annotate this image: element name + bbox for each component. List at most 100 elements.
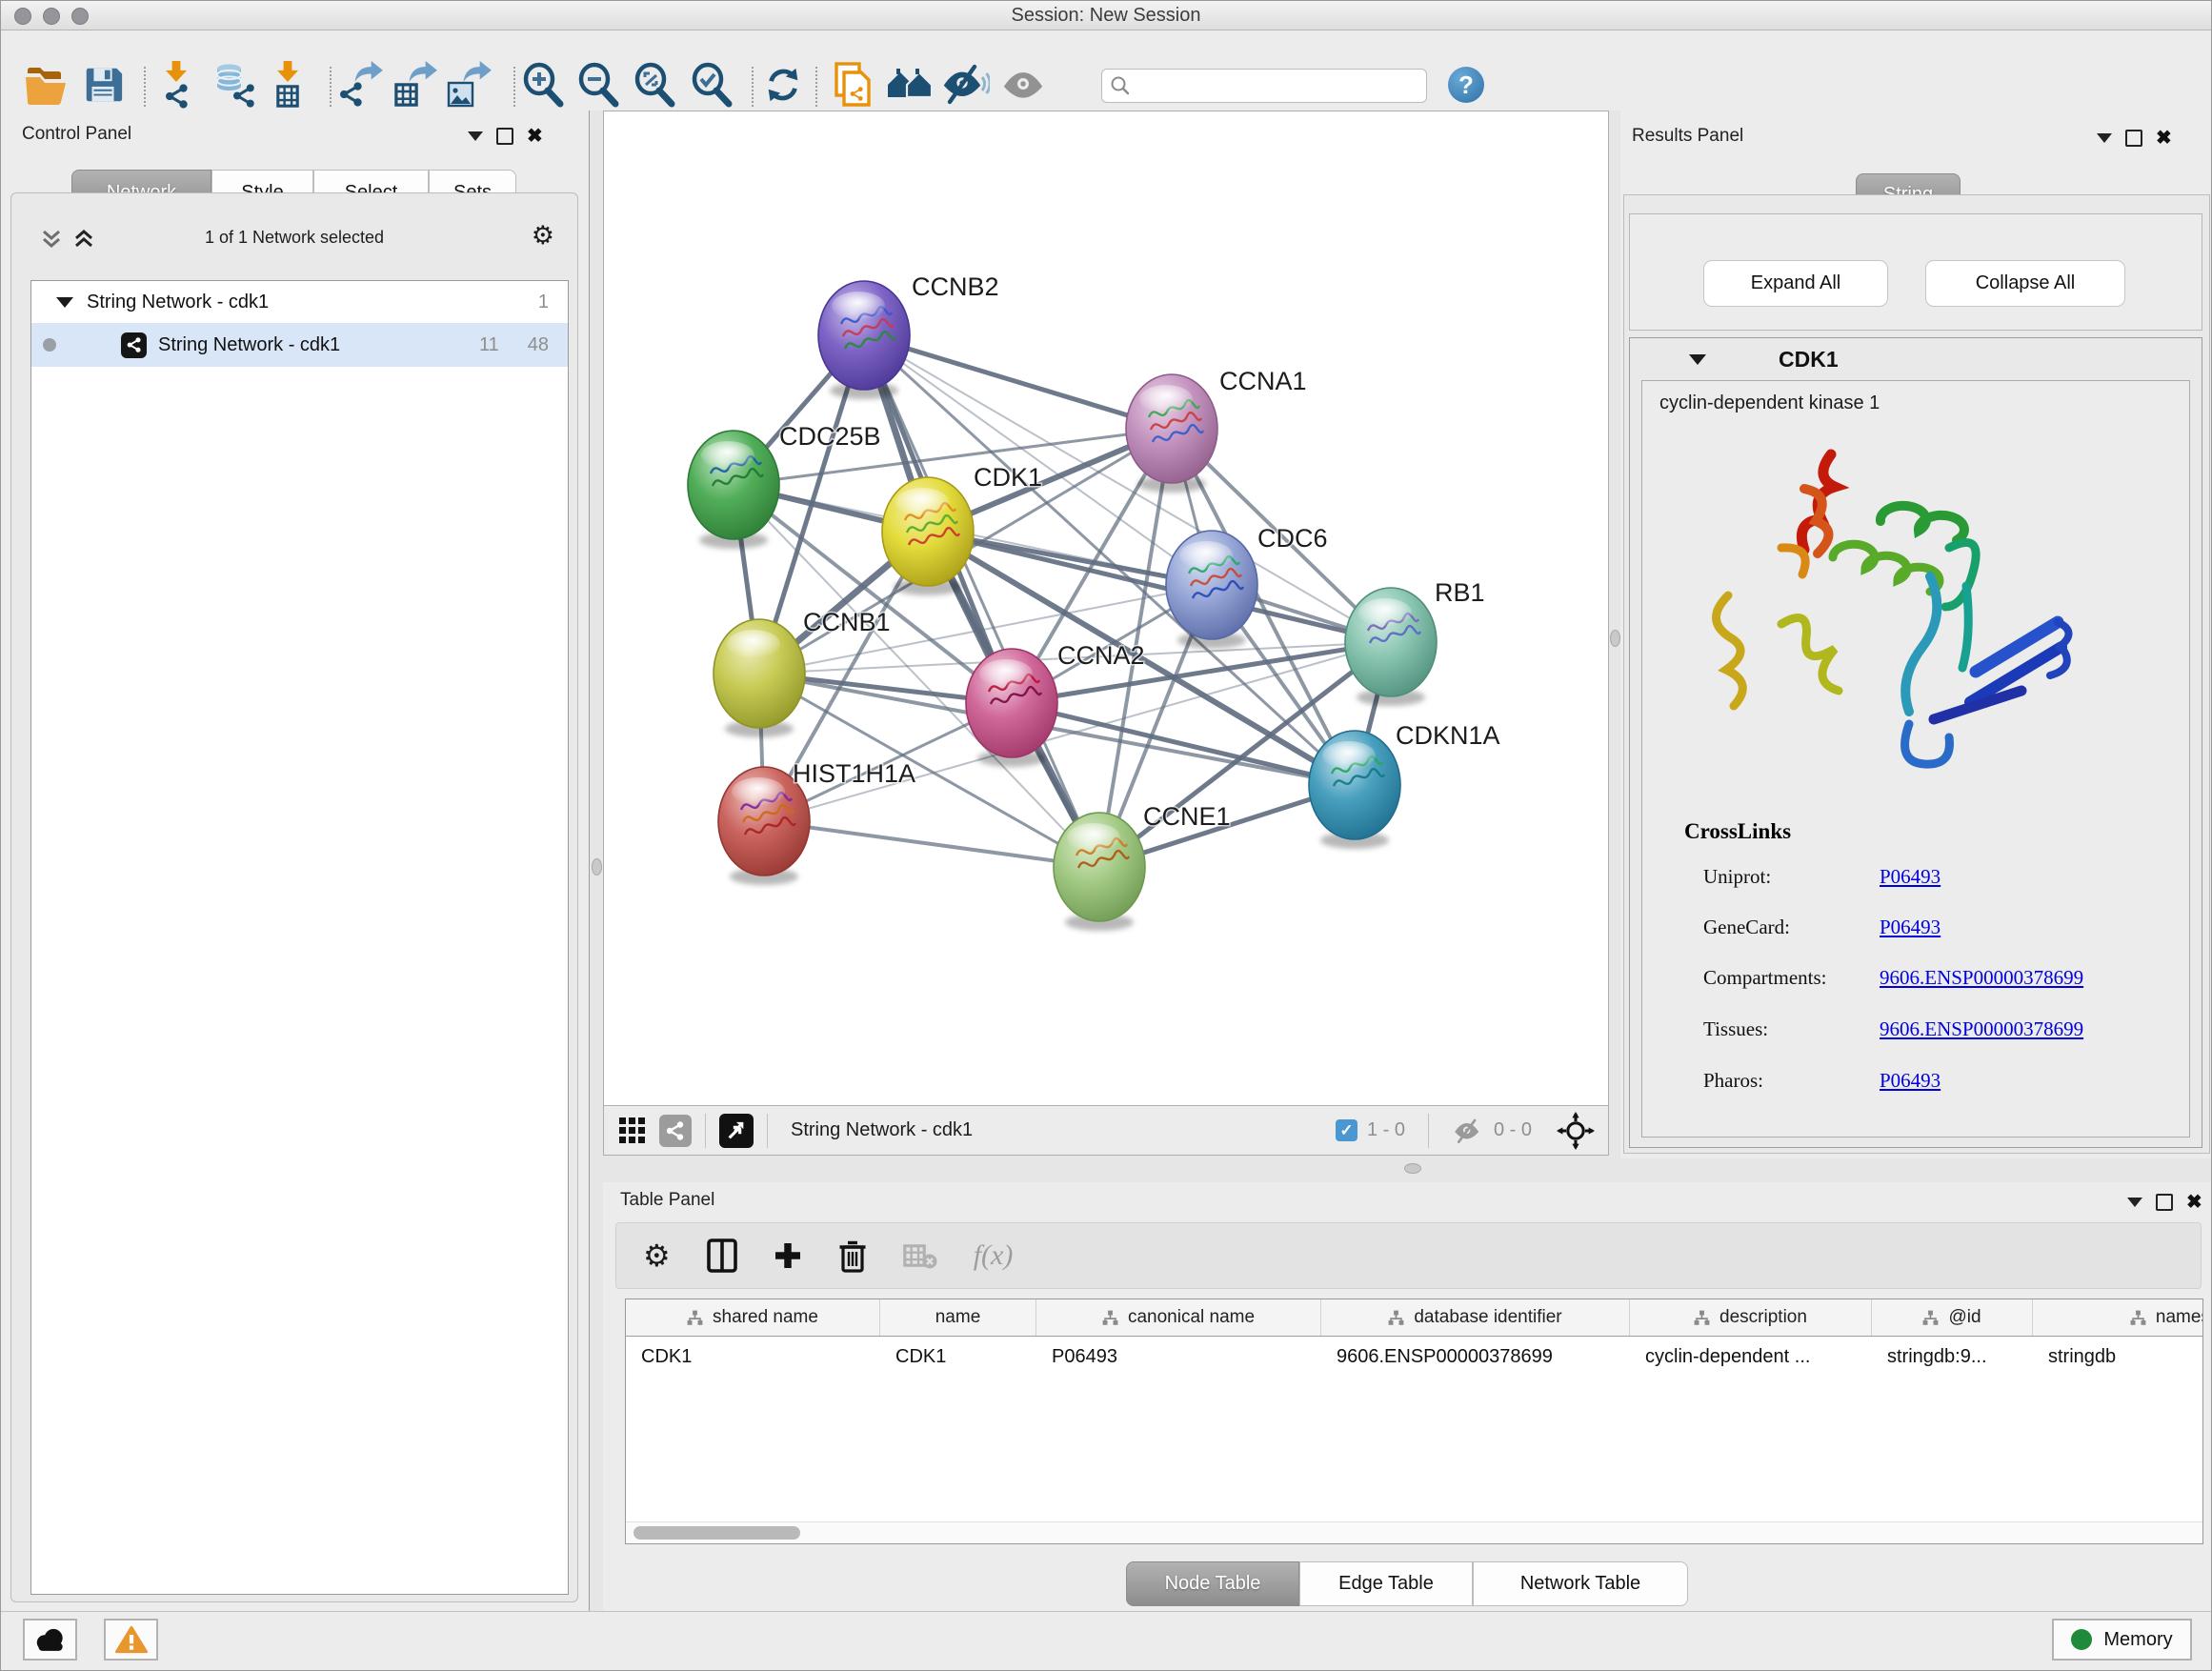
toolbar-separator xyxy=(513,67,515,107)
tab-edge-table[interactable]: Edge Table xyxy=(1299,1561,1473,1606)
zoom-out-icon[interactable] xyxy=(573,60,624,110)
status-bar: Memory xyxy=(1,1611,2211,1671)
network-node-CDC25B[interactable] xyxy=(688,431,779,549)
network-node-CCNE1[interactable] xyxy=(1054,813,1145,931)
crosslink-link[interactable]: 9606.ENSP00000378699 xyxy=(1880,966,2083,990)
collection-expand-icon[interactable] xyxy=(56,297,73,308)
network-collection-row[interactable]: String Network - cdk1 1 xyxy=(31,281,568,323)
panel-menu-icon[interactable] xyxy=(468,131,483,141)
panel-close-icon[interactable]: ✖ xyxy=(2156,131,2172,145)
delete-table-icon[interactable] xyxy=(903,1242,937,1269)
column-header-id[interactable]: @id xyxy=(1872,1299,2033,1336)
left-splitter-handle[interactable] xyxy=(592,858,602,876)
export-network-icon[interactable] xyxy=(333,60,385,110)
network-edge-HIST1H1A-CCNE1[interactable] xyxy=(764,821,1099,867)
network-tree: String Network - cdk1 1 String Network -… xyxy=(30,280,569,1595)
help-button[interactable]: ? xyxy=(1448,67,1484,103)
search-input[interactable] xyxy=(1138,71,1426,100)
cell-name[interactable]: CDK1 xyxy=(880,1337,1036,1377)
bottom-splitter-handle[interactable] xyxy=(1404,1163,1421,1174)
node-result-header[interactable]: CDK1 xyxy=(1630,338,2202,380)
collapse-all-button[interactable]: Collapse All xyxy=(1925,260,2125,307)
panel-float-icon[interactable] xyxy=(2125,130,2142,147)
network-canvas[interactable]: CCNB2CCNA1CDC25BCDK1CDC6RB1CCNB1CCNA2CDK… xyxy=(604,111,1608,1105)
hide-selected-icon[interactable] xyxy=(940,60,992,110)
table-settings-gear-icon[interactable]: ⚙ xyxy=(643,1243,671,1269)
memory-button[interactable]: Memory xyxy=(2052,1619,2192,1661)
right-splitter-handle[interactable] xyxy=(1610,630,1620,647)
cell-description[interactable]: cyclin-dependent ... xyxy=(1630,1337,1872,1377)
tab-node-table[interactable]: Node Table xyxy=(1126,1561,1299,1606)
import-network-database-icon[interactable] xyxy=(208,60,259,110)
cell-namespace[interactable]: stringdb xyxy=(2033,1337,2203,1377)
network-node-RB1[interactable] xyxy=(1345,588,1437,706)
function-builder-icon[interactable]: f(x) xyxy=(974,1239,1014,1272)
network-node-CDKN1A[interactable] xyxy=(1309,731,1400,849)
table-row[interactable]: CDK1 CDK1 P06493 9606.ENSP00000378699 cy… xyxy=(626,1337,2202,1377)
cell-id[interactable]: stringdb:9... xyxy=(1872,1337,2033,1377)
warnings-button[interactable] xyxy=(104,1619,158,1661)
column-header-namespace[interactable]: namespace xyxy=(2033,1299,2203,1336)
column-header-shared-name[interactable]: shared name xyxy=(626,1299,880,1336)
open-session-icon[interactable] xyxy=(20,60,71,110)
column-header-description[interactable]: description xyxy=(1630,1299,1872,1336)
expand-all-button[interactable]: Expand All xyxy=(1703,260,1888,307)
cell-canonical-name[interactable]: P06493 xyxy=(1036,1337,1321,1377)
tab-network-table[interactable]: Network Table xyxy=(1473,1561,1688,1606)
network-view-title: String Network - cdk1 xyxy=(791,1119,973,1141)
delete-column-trash-icon[interactable] xyxy=(838,1238,867,1273)
refresh-view-icon[interactable] xyxy=(757,60,809,110)
grid-view-icon[interactable] xyxy=(617,1116,648,1146)
control-panel-title: Control Panel xyxy=(22,124,131,145)
hidden-eye-icon[interactable] xyxy=(1452,1118,1484,1143)
export-image-icon[interactable] xyxy=(442,60,493,110)
network-node-CCNB2[interactable] xyxy=(818,281,910,399)
horizontal-scrollbar[interactable] xyxy=(626,1521,2202,1543)
network-edge-CCNB2-CCNA1[interactable] xyxy=(864,335,1172,429)
selected-checkbox-icon[interactable]: ✓ xyxy=(1336,1119,1357,1141)
crosslink-link[interactable]: P06493 xyxy=(1880,865,1941,889)
network-node-CCNA1[interactable] xyxy=(1126,374,1217,493)
network-row-selected[interactable]: String Network - cdk1 11 48 xyxy=(31,323,568,367)
hidden-counts: 0 - 0 xyxy=(1494,1119,1532,1141)
network-node-CCNA2[interactable] xyxy=(966,649,1057,767)
panel-float-icon[interactable] xyxy=(2156,1194,2173,1211)
panel-close-icon[interactable]: ✖ xyxy=(527,130,543,143)
panel-close-icon[interactable]: ✖ xyxy=(2186,1196,2202,1209)
panel-menu-icon[interactable] xyxy=(2097,133,2112,143)
save-session-icon[interactable] xyxy=(77,60,129,110)
network-view-toolbar: String Network - cdk1 ✓ 1 - 0 0 - 0 xyxy=(604,1105,1608,1155)
show-columns-icon[interactable] xyxy=(707,1238,737,1273)
gear-icon[interactable]: ⚙ xyxy=(532,223,554,249)
column-header-name[interactable]: name xyxy=(880,1299,1036,1336)
first-neighbors-icon[interactable] xyxy=(884,60,935,110)
zoom-in-icon[interactable] xyxy=(517,60,569,110)
export-table-icon[interactable] xyxy=(388,60,439,110)
scrollbar-thumb[interactable] xyxy=(633,1526,800,1540)
network-node-CCNB1[interactable] xyxy=(714,619,805,737)
column-tree-icon xyxy=(1922,1310,1939,1326)
network-thumbnail-icon[interactable] xyxy=(659,1115,692,1147)
crosslinks-title: CrossLinks xyxy=(1684,819,1791,844)
import-network-file-icon[interactable] xyxy=(152,60,204,110)
zoom-fit-icon[interactable] xyxy=(629,60,680,110)
duplicate-network-icon[interactable] xyxy=(827,60,878,110)
fit-selected-crosshair-icon[interactable] xyxy=(1557,1112,1595,1150)
show-all-icon[interactable] xyxy=(997,60,1049,110)
panel-float-icon[interactable] xyxy=(496,128,513,145)
collapse-node-icon[interactable] xyxy=(1689,354,1706,365)
crosslink-link[interactable]: P06493 xyxy=(1880,1069,1941,1093)
crosslink-link[interactable]: 9606.ENSP00000378699 xyxy=(1880,1017,2083,1041)
cell-database-identifier[interactable]: 9606.ENSP00000378699 xyxy=(1321,1337,1630,1377)
cloud-button[interactable] xyxy=(23,1619,77,1661)
crosslink-link[interactable]: P06493 xyxy=(1880,916,1941,939)
add-column-icon[interactable] xyxy=(774,1241,802,1270)
import-table-file-icon[interactable] xyxy=(263,60,314,110)
column-header-database-identifier[interactable]: database identifier xyxy=(1321,1299,1630,1336)
panel-menu-icon[interactable] xyxy=(2127,1198,2142,1207)
zoom-selected-icon[interactable] xyxy=(686,60,737,110)
column-header-canonical-name[interactable]: canonical name xyxy=(1036,1299,1321,1336)
birdseye-view-icon[interactable] xyxy=(719,1114,754,1148)
cell-shared-name[interactable]: CDK1 xyxy=(626,1337,880,1377)
results-panel: Results Panel ✖ String Expand All Collap… xyxy=(1620,111,2212,1158)
